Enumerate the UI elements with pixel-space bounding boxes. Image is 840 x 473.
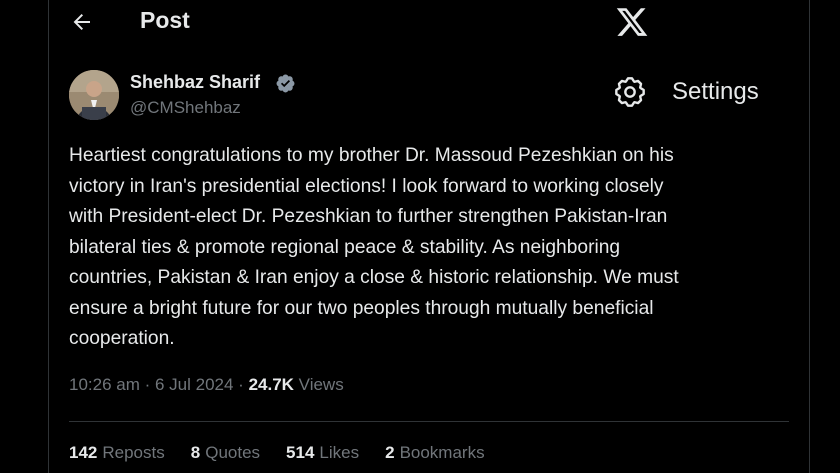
views-count: 24.7K	[248, 375, 294, 394]
gear-icon	[615, 77, 645, 107]
verified-badge-icon	[276, 74, 295, 93]
post-date[interactable]: 6 Jul 2024	[155, 375, 233, 394]
reposts-count: 142	[69, 443, 98, 462]
quotes-count: 8	[190, 443, 201, 462]
bookmarks-stat[interactable]: 2 Bookmarks	[385, 443, 485, 463]
right-column-border	[809, 0, 810, 473]
post-text: Heartiest congratulations to my brother …	[69, 145, 679, 349]
likes-stat[interactable]: 514 Likes	[286, 443, 359, 463]
likes-label: Likes	[319, 443, 360, 462]
avatar-portrait	[69, 70, 119, 120]
arrow-left-icon	[73, 14, 90, 30]
reposts-label: Reposts	[102, 443, 165, 462]
reposts-stat[interactable]: 142 Reposts	[69, 443, 165, 463]
page-title: Post	[140, 7, 190, 33]
settings-label: Settings	[672, 78, 759, 105]
bookmarks-count: 2	[385, 443, 395, 462]
author-handle[interactable]: @CMShehbaz	[130, 98, 241, 118]
x-logo-icon[interactable]	[615, 5, 649, 39]
post-time[interactable]: 10:26 am	[69, 375, 140, 394]
avatar[interactable]	[69, 70, 119, 120]
bookmarks-label: Bookmarks	[399, 443, 485, 462]
post-meta: 10:26 am · 6 Jul 2024 · 24.7K Views	[69, 375, 344, 395]
views-label: Views	[298, 375, 344, 394]
divider	[69, 421, 789, 422]
author-name[interactable]: Shehbaz Sharif	[130, 72, 260, 93]
quotes-label: Quotes	[205, 443, 261, 462]
quotes-stat[interactable]: 8 Quotes	[191, 443, 260, 463]
settings-button[interactable]: Settings	[614, 76, 759, 108]
post-header: Post	[0, 0, 840, 46]
left-column-border	[48, 0, 49, 473]
engagement-stats: 142 Reposts 8 Quotes 514 Likes 2 Bookmarks	[69, 443, 511, 463]
meta-separator: ·	[233, 375, 249, 394]
back-button[interactable]	[66, 8, 98, 36]
likes-count: 514	[286, 443, 315, 462]
meta-separator: ·	[139, 375, 155, 394]
